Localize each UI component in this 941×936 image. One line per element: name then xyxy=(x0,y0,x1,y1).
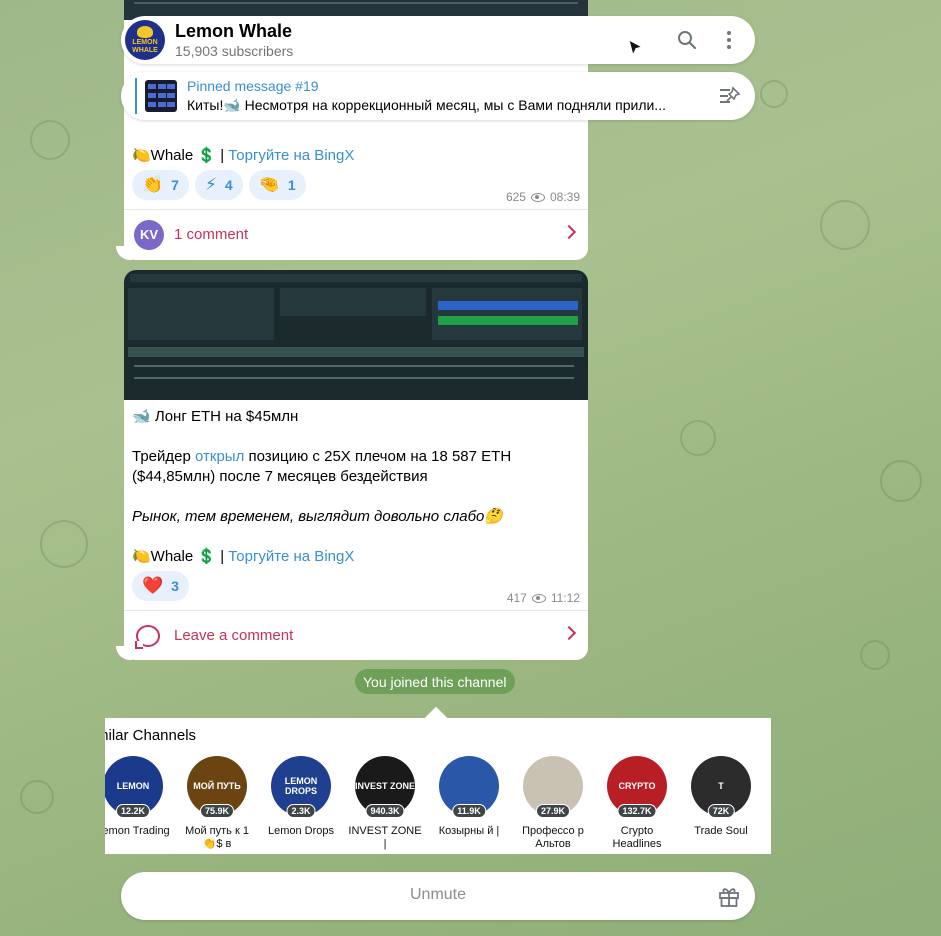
similar-channel-item[interactable]: D… xyxy=(763,756,771,851)
comment-count: 1 comment xyxy=(174,226,249,243)
post-image[interactable] xyxy=(124,270,588,400)
post-headline: 🐋 Лонг ETH на $45млн xyxy=(132,408,299,425)
post-body: Трейдер открыл позицию с 25X плечом на 1… xyxy=(132,448,512,485)
channel-name: Профессо р Альтов xyxy=(522,825,584,850)
channel-avatar[interactable]: LEMON WHALE xyxy=(125,20,165,60)
bingx-link[interactable]: Торгуйте на BingX xyxy=(228,548,354,565)
pinned-indicator xyxy=(135,78,137,114)
mouse-cursor-icon xyxy=(628,39,644,57)
message-time: 11:12 xyxy=(550,591,580,605)
similar-channel-item[interactable]: INVEST ZONE 940.3K INVEST ZONE | xyxy=(343,756,427,851)
subscriber-badge: 75.9K xyxy=(199,804,235,818)
reactions: 👏 7 ⚡ 4 🤏 1 xyxy=(132,170,306,200)
message-footer: 🍋Whale 💲 | Торгуйте на BingX xyxy=(132,548,355,565)
subscriber-badge: 2.3K xyxy=(286,804,316,818)
view-count: 625 xyxy=(505,190,526,204)
reaction-pinch[interactable]: 🤏 1 xyxy=(248,170,306,200)
reaction-lightning[interactable]: ⚡ 4 xyxy=(194,170,243,200)
unmute-button[interactable]: Unmute xyxy=(121,886,755,904)
channel-name: Lemon Trading xyxy=(105,825,170,837)
composer-bar: Unmute xyxy=(121,872,755,920)
eye-icon xyxy=(530,192,545,202)
subscriber-count: 15,903 subscribers xyxy=(175,43,294,59)
similar-channel-item[interactable]: МОЙ ПУТЬ 75.9K Мой путь к 1👏$ в xyxy=(175,756,259,851)
similar-channels-title: milar Channels xyxy=(105,727,197,744)
more-vertical-icon[interactable] xyxy=(719,30,739,50)
pinned-message-bar[interactable]: Pinned message #19 Киты!🐋 Несмотря на ко… xyxy=(121,72,755,120)
reaction-clap[interactable]: 👏 7 xyxy=(132,170,189,200)
similar-channel-item[interactable]: 27.9K Профессо р Альтов xyxy=(511,756,595,851)
subscriber-badge: 12.2K xyxy=(115,804,151,818)
similar-channel-item[interactable]: LEMON DROPS 2.3K Lemon Drops xyxy=(259,756,343,851)
channel-name: Мой путь к 1👏$ в xyxy=(185,825,249,850)
whale-tag: 🍋Whale 💲 xyxy=(132,147,217,164)
comment-label: Leave a comment xyxy=(174,627,294,644)
similar-channel-item[interactable]: CRYPTO 132.7K Crypto Headlines xyxy=(595,756,679,851)
comment-icon xyxy=(135,624,160,649)
subscriber-badge: 27.9K xyxy=(535,804,571,818)
channel-title: Lemon Whale xyxy=(175,21,293,41)
channel-name: Trade Soul xyxy=(694,825,748,837)
comments-button[interactable]: KV 1 comment xyxy=(124,209,588,259)
eye-icon xyxy=(531,593,546,603)
subscriber-badge: 132.7K xyxy=(617,804,657,818)
post-italic-text: Рынок, тем временем, выглядит довольно с… xyxy=(132,508,504,525)
gift-icon[interactable] xyxy=(717,884,741,908)
avatar: KV xyxy=(134,219,164,250)
reactions: ❤️ 3 xyxy=(132,571,189,601)
whale-tag: 🍋Whale 💲 xyxy=(132,548,217,565)
pinned-list-icon[interactable] xyxy=(719,86,741,106)
leave-comment-button[interactable]: Leave a comment xyxy=(124,610,588,660)
view-count: 417 xyxy=(506,591,527,605)
opened-link[interactable]: открыл xyxy=(195,448,244,465)
pinned-thumbnail xyxy=(145,80,177,112)
subscriber-badge: 72K xyxy=(707,804,735,818)
bubble-tail xyxy=(116,246,132,260)
channel-name: Козырны й | xyxy=(438,825,500,837)
channel-name: INVEST ZONE | xyxy=(348,825,422,850)
chevron-right-icon xyxy=(561,224,577,240)
similar-channels-list: LEMON12.2KLemon TradingМОЙ ПУТЬ75.9KМой … xyxy=(105,756,771,851)
pinned-text: Киты!🐋 Несмотря на коррекционный месяц, … xyxy=(187,97,666,113)
similar-channels-panel: milar Channels LEMON12.2KLemon TradingМО… xyxy=(105,718,771,854)
search-icon[interactable] xyxy=(677,30,697,50)
subscriber-badge: 11.9K xyxy=(452,804,486,818)
bubble-tail xyxy=(116,646,132,660)
bingx-link[interactable]: Торгуйте на BingX xyxy=(228,147,354,164)
channel-name: Crypto Headlines xyxy=(612,825,662,850)
similar-channel-item[interactable]: T 72K Trade Soul xyxy=(679,756,763,851)
message-meta: 417 11:12 xyxy=(507,591,580,605)
similar-channel-item[interactable]: LEMON12.2KLemon Trading xyxy=(105,756,175,851)
chevron-right-icon xyxy=(561,625,577,641)
message-bubble: 🐋 Лонг ETH на $45млн Трейдер открыл пози… xyxy=(124,270,588,660)
channel-name: Lemon Drops xyxy=(267,825,335,837)
chat-header[interactable]: LEMON WHALE Lemon Whale 15,903 subscribe… xyxy=(121,16,755,64)
pinned-title: Pinned message #19 xyxy=(187,78,319,94)
service-message: You joined this channel xyxy=(355,669,515,694)
channel-name: D… xyxy=(768,825,771,851)
reaction-heart[interactable]: ❤️ 3 xyxy=(132,571,189,601)
message-time: 08:39 xyxy=(549,190,580,204)
subscriber-badge: 940.3K xyxy=(365,804,405,818)
similar-channel-item[interactable]: 11.9K Козырны й | xyxy=(427,756,511,851)
message-meta: 625 08:39 xyxy=(506,190,580,204)
message-footer: 🍋Whale 💲 | Торгуйте на BingX xyxy=(132,147,355,164)
